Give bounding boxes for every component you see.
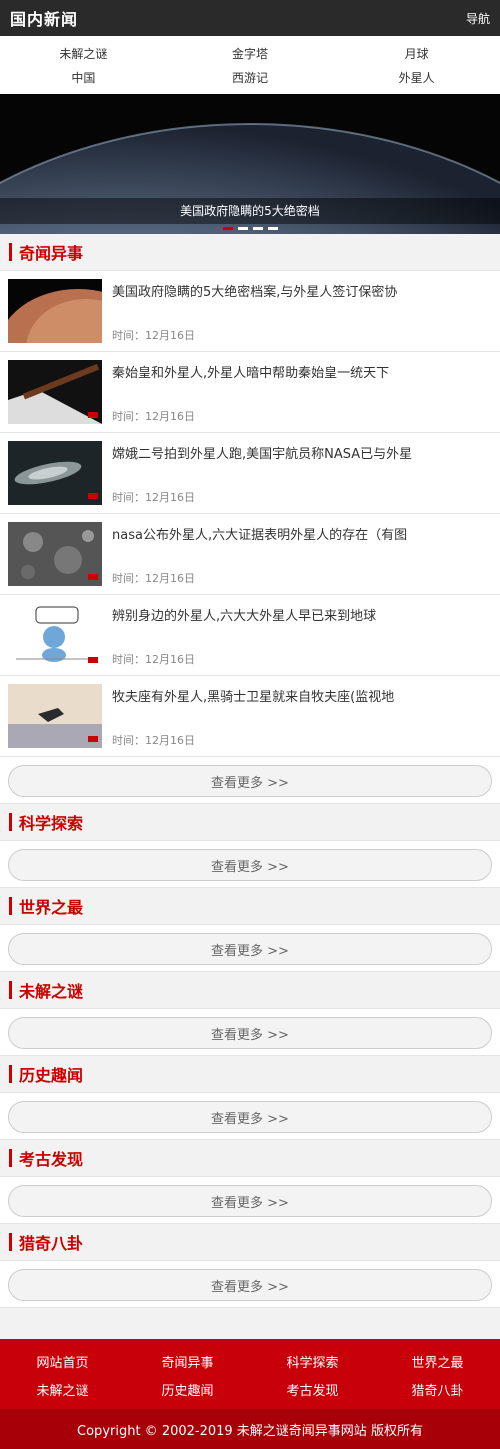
footer-link[interactable]: 历史趣闻 <box>125 1375 250 1403</box>
section-header: 未解之谜 <box>0 972 500 1009</box>
slide-dot[interactable] <box>267 227 278 230</box>
more-wrap: 查看更多 >> <box>0 841 500 888</box>
more-wrap: 查看更多 >> <box>0 925 500 972</box>
section-title[interactable]: 历史趣闻 <box>19 1062 83 1086</box>
banner-indicators <box>0 227 500 230</box>
moon-surface-thumbnail[interactable] <box>8 522 102 586</box>
article-title[interactable]: 牧夫座有外星人,黑骑士卫星就来自牧夫座(监视地 <box>112 686 394 705</box>
article-date: 时间：12月16日 <box>112 329 195 342</box>
section-title[interactable]: 考古发现 <box>19 1146 83 1170</box>
footer-link[interactable]: 世界之最 <box>375 1347 500 1375</box>
footer-link[interactable]: 奇闻异事 <box>125 1347 250 1375</box>
footer-link[interactable]: 网站首页 <box>0 1347 125 1375</box>
view-more-button[interactable]: 查看更多 >> <box>8 1017 492 1049</box>
article-date: 时间：12月16日 <box>112 410 195 423</box>
section-header: 世界之最 <box>0 888 500 925</box>
slide-dot[interactable] <box>252 227 263 230</box>
top-bar: 国内新闻 导航 <box>0 0 500 36</box>
article-item[interactable]: 辨别身边的外星人,六大大外星人早已来到地球 时间：12月16日 <box>0 595 500 676</box>
slide-dot[interactable] <box>237 227 248 230</box>
more-wrap: 查看更多 >> <box>0 1009 500 1056</box>
banner-slider[interactable]: 美国政府隐瞒的5大绝密档 <box>0 94 500 234</box>
article-title[interactable]: 美国政府隐瞒的5大绝密档案,与外星人签订保密协 <box>112 281 397 300</box>
more-wrap: 查看更多 >> <box>0 1177 500 1224</box>
view-more-button[interactable]: 查看更多 >> <box>8 765 492 797</box>
section-header: 考古发现 <box>0 1140 500 1177</box>
view-more-button[interactable]: 查看更多 >> <box>8 1185 492 1217</box>
article-date: 时间：12月16日 <box>112 734 195 747</box>
category-link[interactable]: 中国 <box>0 65 167 89</box>
category-link[interactable]: 月球 <box>333 41 500 65</box>
category-link[interactable]: 未解之谜 <box>0 41 167 65</box>
view-more-button[interactable]: 查看更多 >> <box>8 933 492 965</box>
planet-thumbnail[interactable] <box>8 279 102 343</box>
footer-link[interactable]: 科学探索 <box>250 1347 375 1375</box>
article-date: 时间：12月16日 <box>112 572 195 585</box>
article-item[interactable]: 美国政府隐瞒的5大绝密档案,与外星人签订保密协 时间：12月16日 <box>0 271 500 352</box>
category-link[interactable]: 西游记 <box>167 65 334 89</box>
view-more-button[interactable]: 查看更多 >> <box>8 1269 492 1301</box>
section-header: 猎奇八卦 <box>0 1224 500 1261</box>
banner-caption: 美国政府隐瞒的5大绝密档 <box>0 198 500 224</box>
article-item[interactable]: 嫦娥二号拍到外星人跑,美国宇航员称NASA已与外星 时间：12月16日 <box>0 433 500 514</box>
category-nav: 未解之谜 金字塔 月球 中国 西游记 外星人 <box>0 36 500 94</box>
section-marker <box>9 897 12 915</box>
section-header: 科学探索 <box>0 804 500 841</box>
article-list: 美国政府隐瞒的5大绝密档案,与外星人签订保密协 时间：12月16日 秦始皇和外星… <box>0 271 500 757</box>
spacecraft-thumbnail[interactable] <box>8 441 102 505</box>
more-wrap: 查看更多 >> <box>0 1093 500 1140</box>
section-marker <box>9 243 12 261</box>
footer-link[interactable]: 猎奇八卦 <box>375 1375 500 1403</box>
article-item[interactable]: 秦始皇和外星人,外星人暗中帮助秦始皇一统天下 时间：12月16日 <box>0 352 500 433</box>
view-more-button[interactable]: 查看更多 >> <box>8 849 492 881</box>
section-marker <box>9 981 12 999</box>
article-title[interactable]: 秦始皇和外星人,外星人暗中帮助秦始皇一统天下 <box>112 362 389 381</box>
cartoon-alien-thumbnail[interactable] <box>8 603 102 667</box>
article-title[interactable]: 辨别身边的外星人,六大大外星人早已来到地球 <box>112 605 376 624</box>
section-marker <box>9 1065 12 1083</box>
article-date: 时间：12月16日 <box>112 653 195 666</box>
article-date: 时间：12月16日 <box>112 491 195 504</box>
section-marker <box>9 813 12 831</box>
footer-nav: 网站首页 奇闻异事 科学探索 世界之最 未解之谜 历史趣闻 考古发现 猎奇八卦 <box>0 1339 500 1409</box>
nav-menu-button[interactable]: 导航 <box>466 10 490 27</box>
more-wrap: 查看更多 >> <box>0 1261 500 1308</box>
section-title[interactable]: 科学探索 <box>19 810 83 834</box>
footer-link[interactable]: 考古发现 <box>250 1375 375 1403</box>
section-title[interactable]: 世界之最 <box>19 894 83 918</box>
category-link[interactable]: 外星人 <box>333 65 500 89</box>
view-more-button[interactable]: 查看更多 >> <box>8 1101 492 1133</box>
category-link[interactable]: 金字塔 <box>167 41 334 65</box>
section-marker <box>9 1233 12 1251</box>
sword-thumbnail[interactable] <box>8 360 102 424</box>
site-logo[interactable]: 国内新闻 <box>10 6 78 30</box>
copyright-text: Copyright © 2002-2019 未解之谜奇闻异事网站 版权所有 <box>0 1409 500 1449</box>
section-header: 奇闻异事 <box>0 234 500 271</box>
section-marker <box>9 1149 12 1167</box>
slide-dot[interactable] <box>222 227 233 230</box>
article-item[interactable]: 牧夫座有外星人,黑骑士卫星就来自牧夫座(监视地 时间：12月16日 <box>0 676 500 757</box>
section-title[interactable]: 奇闻异事 <box>19 240 83 264</box>
article-item[interactable]: nasa公布外星人,六大证据表明外星人的存在（有图 时间：12月16日 <box>0 514 500 595</box>
satellite-thumbnail[interactable] <box>8 684 102 748</box>
article-title[interactable]: nasa公布外星人,六大证据表明外星人的存在（有图 <box>112 524 407 543</box>
section-title[interactable]: 猎奇八卦 <box>19 1230 83 1254</box>
footer-link[interactable]: 未解之谜 <box>0 1375 125 1403</box>
more-wrap: 查看更多 >> <box>0 757 500 804</box>
article-title[interactable]: 嫦娥二号拍到外星人跑,美国宇航员称NASA已与外星 <box>112 443 412 462</box>
section-header: 历史趣闻 <box>0 1056 500 1093</box>
section-title[interactable]: 未解之谜 <box>19 978 83 1002</box>
